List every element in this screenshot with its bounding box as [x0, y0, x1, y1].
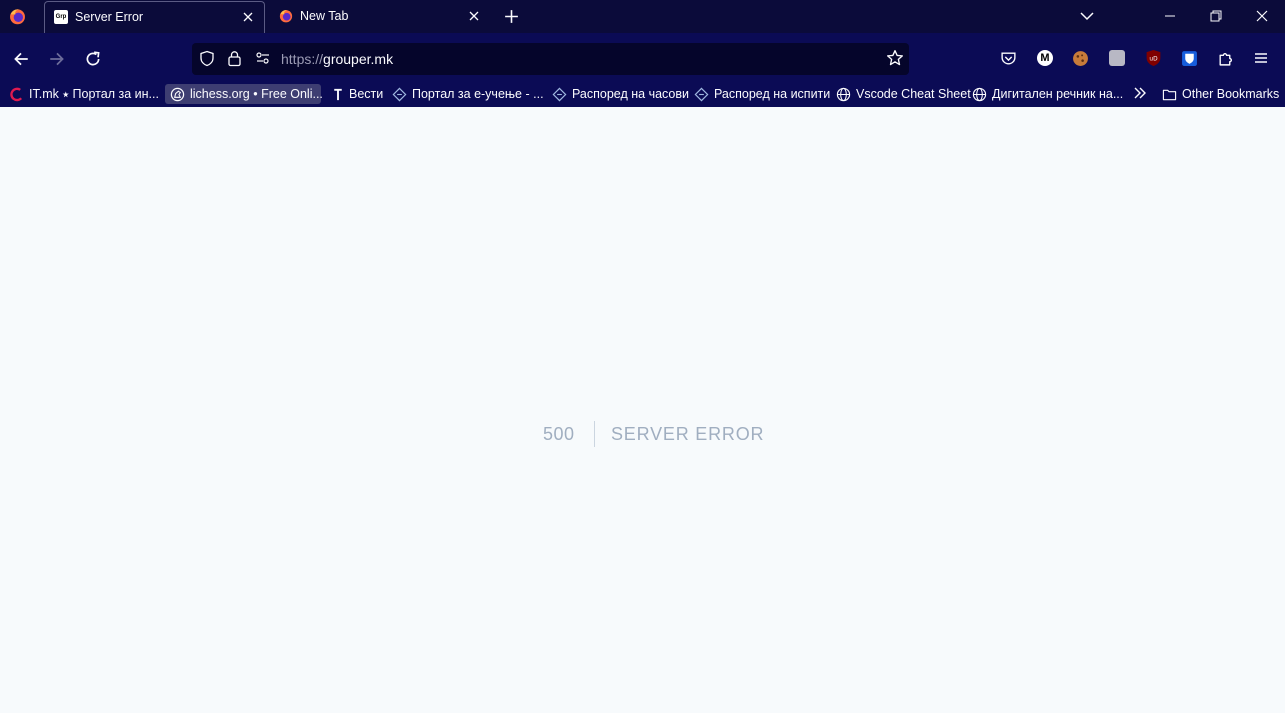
- error-divider: [594, 421, 595, 447]
- cookie-extension-icon[interactable]: [1072, 50, 1089, 67]
- other-bookmarks[interactable]: Other Bookmarks: [1162, 84, 1279, 104]
- bookmark-star-icon[interactable]: [886, 49, 904, 67]
- close-window-icon[interactable]: [1255, 9, 1269, 23]
- bookmark-label: IT.mk ⭑ Портал за ин...: [29, 86, 159, 101]
- bookmark-label: Дигитален речник на...: [992, 87, 1124, 101]
- tab-server-error[interactable]: Grp Server Error: [44, 1, 265, 33]
- new-tab-plus-icon[interactable]: [503, 8, 520, 25]
- bookmark-schedule-exams[interactable]: Распоред на испити: [694, 84, 830, 104]
- grp-favicon-icon: Grp: [54, 10, 68, 24]
- extensions-puzzle-icon[interactable]: [1217, 50, 1234, 67]
- other-bookmarks-label: Other Bookmarks: [1182, 87, 1280, 101]
- elearning-icon: [392, 87, 407, 101]
- tab-title: Server Error: [75, 10, 144, 24]
- permissions-icon[interactable]: [255, 51, 271, 65]
- close-tab-icon[interactable]: [467, 9, 481, 23]
- bookmark-schedule-classes[interactable]: Распоред на часови: [552, 84, 689, 104]
- bookmark-label: Распоред на часови: [572, 87, 689, 101]
- pocket-icon[interactable]: [1000, 50, 1017, 67]
- bookmark-itmk[interactable]: IT.mk ⭑ Портал за ин...: [9, 84, 159, 104]
- ublock-label: uD: [1149, 57, 1158, 63]
- hamburger-menu-icon[interactable]: [1253, 50, 1269, 66]
- bookmark-label: Vscode Cheat Sheet: [856, 87, 971, 101]
- url-text[interactable]: https://grouper.mk: [281, 51, 393, 67]
- translate-extension-icon[interactable]: [1109, 50, 1125, 66]
- forward-arrow-icon: [50, 52, 64, 66]
- bookmark-vesti[interactable]: Вести: [332, 84, 383, 104]
- restore-icon[interactable]: [1209, 9, 1223, 23]
- error-code: 500: [543, 424, 575, 444]
- list-all-tabs-chevron-down-icon[interactable]: [1079, 9, 1095, 23]
- ublock-origin-icon[interactable]: uD: [1145, 49, 1162, 67]
- bookmark-label: Распоред на испити: [714, 87, 831, 101]
- globe-icon: [836, 87, 851, 101]
- bookmark-label: Портал за е-учење - ...: [412, 87, 544, 101]
- bitwarden-icon[interactable]: [1181, 50, 1198, 67]
- tracking-protection-shield-icon[interactable]: [199, 50, 215, 67]
- globe-icon: [972, 87, 987, 101]
- bookmark-vscode-cheatsheet[interactable]: Vscode Cheat Sheet: [836, 84, 971, 104]
- error-message: Server Error: [611, 424, 765, 444]
- elearning-icon: [552, 87, 567, 101]
- firefox-icon: [279, 10, 293, 23]
- bookmark-lichess[interactable]: lichess.org • Free Onli...: [165, 84, 323, 104]
- tab-new-tab[interactable]: New Tab: [270, 1, 490, 33]
- reload-icon[interactable]: [84, 50, 102, 68]
- folder-icon: [1162, 89, 1177, 100]
- bookmark-digital-dictionary[interactable]: Дигитален речник на...: [972, 84, 1123, 104]
- tab-title: New Tab: [300, 9, 349, 23]
- lichess-icon: [170, 87, 185, 101]
- firefox-menu-icon[interactable]: [9, 8, 26, 25]
- minimize-icon[interactable]: [1163, 9, 1177, 23]
- url-host: grouper.mk: [323, 51, 394, 67]
- bookmark-label: Вести: [349, 87, 384, 101]
- itmk-icon: [10, 87, 23, 101]
- url-scheme: https://: [281, 51, 324, 67]
- more-bookmarks-chevron-icon[interactable]: [1132, 85, 1148, 101]
- bookmark-elearning[interactable]: Портал за е-учење - ...: [392, 84, 544, 104]
- vesti-icon: [334, 88, 342, 100]
- back-arrow-icon[interactable]: [12, 50, 30, 68]
- title-bar: Grp Server Error New Tab: [0, 0, 1285, 33]
- lock-icon[interactable]: [227, 50, 242, 67]
- bookmark-label: lichess.org • Free Onli...: [190, 87, 323, 101]
- close-tab-icon[interactable]: [241, 10, 255, 24]
- page-content: [0, 107, 1285, 713]
- extension-m-icon[interactable]: M: [1037, 50, 1053, 66]
- elearning-icon: [694, 87, 709, 101]
